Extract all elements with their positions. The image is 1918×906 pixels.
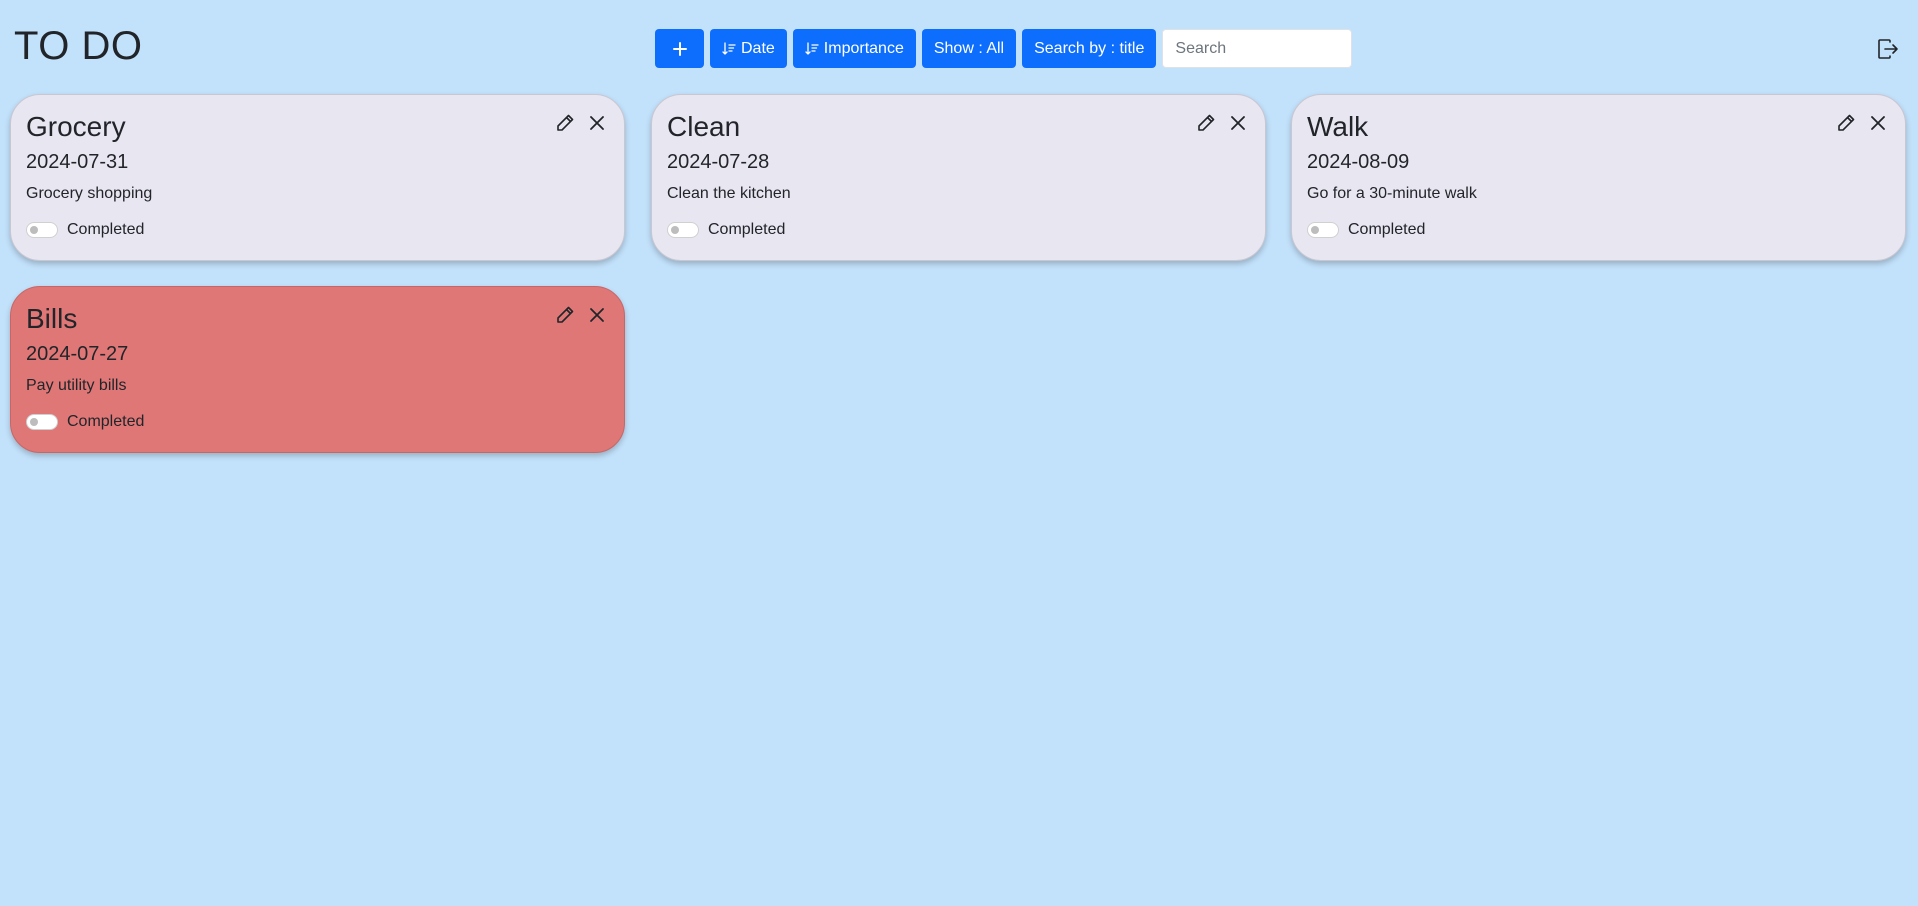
search-by-label: Search by : title (1034, 39, 1145, 57)
completed-label: Completed (67, 413, 145, 430)
sort-by-importance-button[interactable]: Importance (792, 29, 916, 68)
logout-icon[interactable] (1876, 37, 1900, 61)
completed-switch[interactable] (1307, 222, 1339, 238)
task-card-important: Bills 2024-07-27 Pay utility bills Compl… (10, 286, 625, 453)
close-icon[interactable] (1228, 113, 1248, 133)
show-filter-label: Show : All (933, 39, 1005, 57)
switch-knob (30, 418, 38, 426)
completed-switch[interactable] (26, 222, 58, 238)
task-date: 2024-08-09 (1307, 151, 1410, 173)
sort-by-date-button[interactable]: Date (710, 29, 787, 68)
task-description: Clean the kitchen (667, 185, 791, 202)
app-title: TO DO (14, 24, 143, 68)
card-actions (1836, 113, 1888, 133)
completed-label: Completed (1348, 221, 1426, 238)
close-icon[interactable] (587, 305, 607, 325)
pencil-icon[interactable] (555, 113, 575, 133)
card-actions (1196, 113, 1248, 133)
sort-down-icon (805, 41, 819, 55)
task-title: Bills (26, 303, 78, 334)
close-icon[interactable] (1868, 113, 1888, 133)
plus-icon (672, 41, 687, 56)
switch-knob (1311, 226, 1319, 234)
completed-toggle-row: Completed (26, 221, 609, 239)
task-description: Grocery shopping (26, 185, 153, 202)
search-input[interactable] (1162, 29, 1353, 68)
task-card: Clean 2024-07-28 Clean the kitchen Compl… (651, 94, 1266, 261)
pencil-icon[interactable] (1836, 113, 1856, 133)
task-date: 2024-07-31 (26, 151, 129, 173)
sort-by-importance-label: Importance (823, 39, 904, 57)
switch-knob (671, 226, 679, 234)
pencil-icon[interactable] (1196, 113, 1216, 133)
search-by-button[interactable]: Search by : title (1022, 29, 1157, 68)
completed-toggle-row: Completed (26, 413, 609, 431)
task-card: Grocery 2024-07-31 Grocery shopping Comp… (10, 94, 625, 261)
completed-label: Completed (708, 221, 786, 238)
add-task-button[interactable] (655, 29, 704, 68)
pencil-icon[interactable] (555, 305, 575, 325)
task-title: Walk (1307, 111, 1369, 142)
task-title: Clean (667, 111, 741, 142)
card-actions (555, 305, 607, 325)
task-date: 2024-07-28 (667, 151, 770, 173)
task-description: Pay utility bills (26, 377, 127, 394)
completed-toggle-row: Completed (1307, 221, 1890, 239)
completed-switch[interactable] (26, 414, 58, 430)
task-date: 2024-07-27 (26, 343, 129, 365)
sort-by-date-label: Date (741, 39, 775, 57)
completed-toggle-row: Completed (667, 221, 1250, 239)
card-actions (555, 113, 607, 133)
switch-knob (30, 226, 38, 234)
task-card: Walk 2024-08-09 Go for a 30-minute walk … (1291, 94, 1906, 261)
completed-switch[interactable] (667, 222, 699, 238)
sort-down-icon (722, 41, 736, 55)
show-filter-button[interactable]: Show : All (921, 29, 1017, 68)
task-title: Grocery (26, 111, 126, 142)
completed-label: Completed (67, 221, 145, 238)
task-description: Go for a 30-minute walk (1307, 185, 1477, 202)
toolbar: Date Importance Show : All Search by : t… (655, 29, 1353, 68)
close-icon[interactable] (587, 113, 607, 133)
